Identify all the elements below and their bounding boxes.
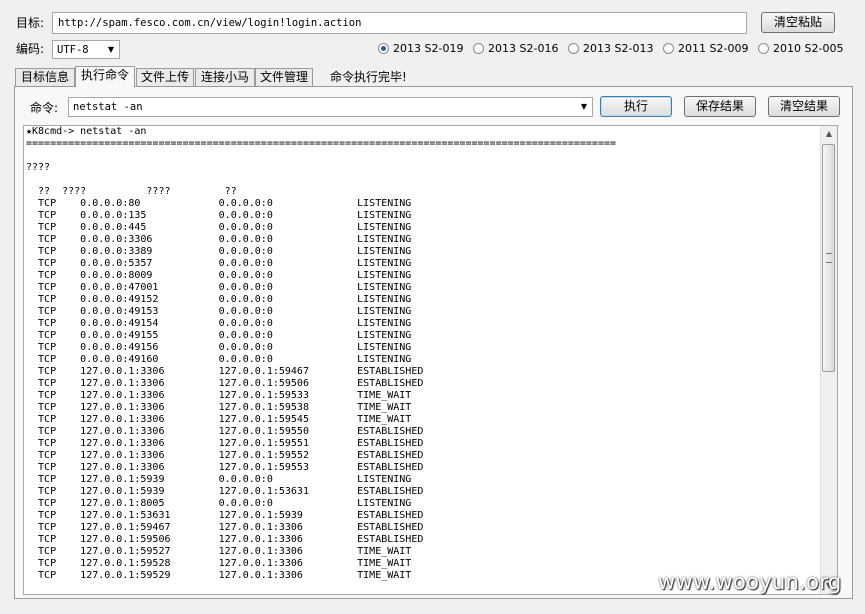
exploit-radio-0[interactable]: 2013 S2-019 [378,42,463,55]
exploit-radio-label: 2013 S2-019 [393,42,464,55]
radio-dot-icon[interactable] [568,43,579,54]
tab-3[interactable]: 连接小马 [195,68,255,86]
exploit-radio-3[interactable]: 2011 S2-009 [663,42,748,55]
exploit-radio-1[interactable]: 2013 S2-016 [473,42,558,55]
clear-paste-button[interactable]: 清空粘贴 [761,12,835,33]
radio-dot-icon[interactable] [758,43,769,54]
scroll-thumb[interactable] [822,144,835,372]
clear-result-button[interactable]: 清空结果 [768,96,840,117]
encoding-label: 编码: [16,42,45,56]
radio-dot-icon[interactable] [473,43,484,54]
exploit-radio-label: 2010 S2-005 [773,42,844,55]
command-output[interactable]: ★K8cmd-> netstat -an ===================… [23,125,838,595]
scroll-up-icon[interactable]: ▲ [821,126,837,142]
target-label: 目标: [16,16,45,30]
status-text: 命令执行完毕! [330,70,407,84]
tab-4[interactable]: 文件管理 [255,68,313,86]
save-result-button[interactable]: 保存结果 [684,96,756,117]
vertical-scrollbar[interactable]: ▲ ▼ [820,126,837,594]
execute-button[interactable]: 执行 [600,96,672,117]
exploit-radio-label: 2013 S2-016 [488,42,559,55]
target-url-input[interactable]: http://spam.fesco.com.cn/view/login!logi… [52,12,747,34]
chevron-down-icon: ▼ [107,45,115,54]
radio-dot-icon[interactable] [663,43,674,54]
encoding-select[interactable]: UTF-8 ▼ [52,40,120,59]
tab-2[interactable]: 文件上传 [136,68,194,86]
exploit-radio-4[interactable]: 2010 S2-005 [758,42,843,55]
grip-icon [826,253,832,263]
exploit-radio-2[interactable]: 2013 S2-013 [568,42,653,55]
tab-1[interactable]: 执行命令 [75,66,135,87]
watermark: www.wooyun.org [658,570,842,594]
exploit-radio-label: 2011 S2-009 [678,42,749,55]
command-input[interactable]: netstat -an ▼ [68,97,593,117]
target-url-value: http://spam.fesco.com.cn/view/login!logi… [58,17,362,29]
chevron-down-icon[interactable]: ▼ [578,100,590,114]
output-text: ★K8cmd-> netstat -an ===================… [26,126,617,581]
command-value: netstat -an [73,101,143,113]
exploit-radio-label: 2013 S2-013 [583,42,654,55]
command-label: 命令: [30,101,59,115]
radio-dot-icon[interactable] [378,43,389,54]
tab-0[interactable]: 目标信息 [15,68,75,86]
